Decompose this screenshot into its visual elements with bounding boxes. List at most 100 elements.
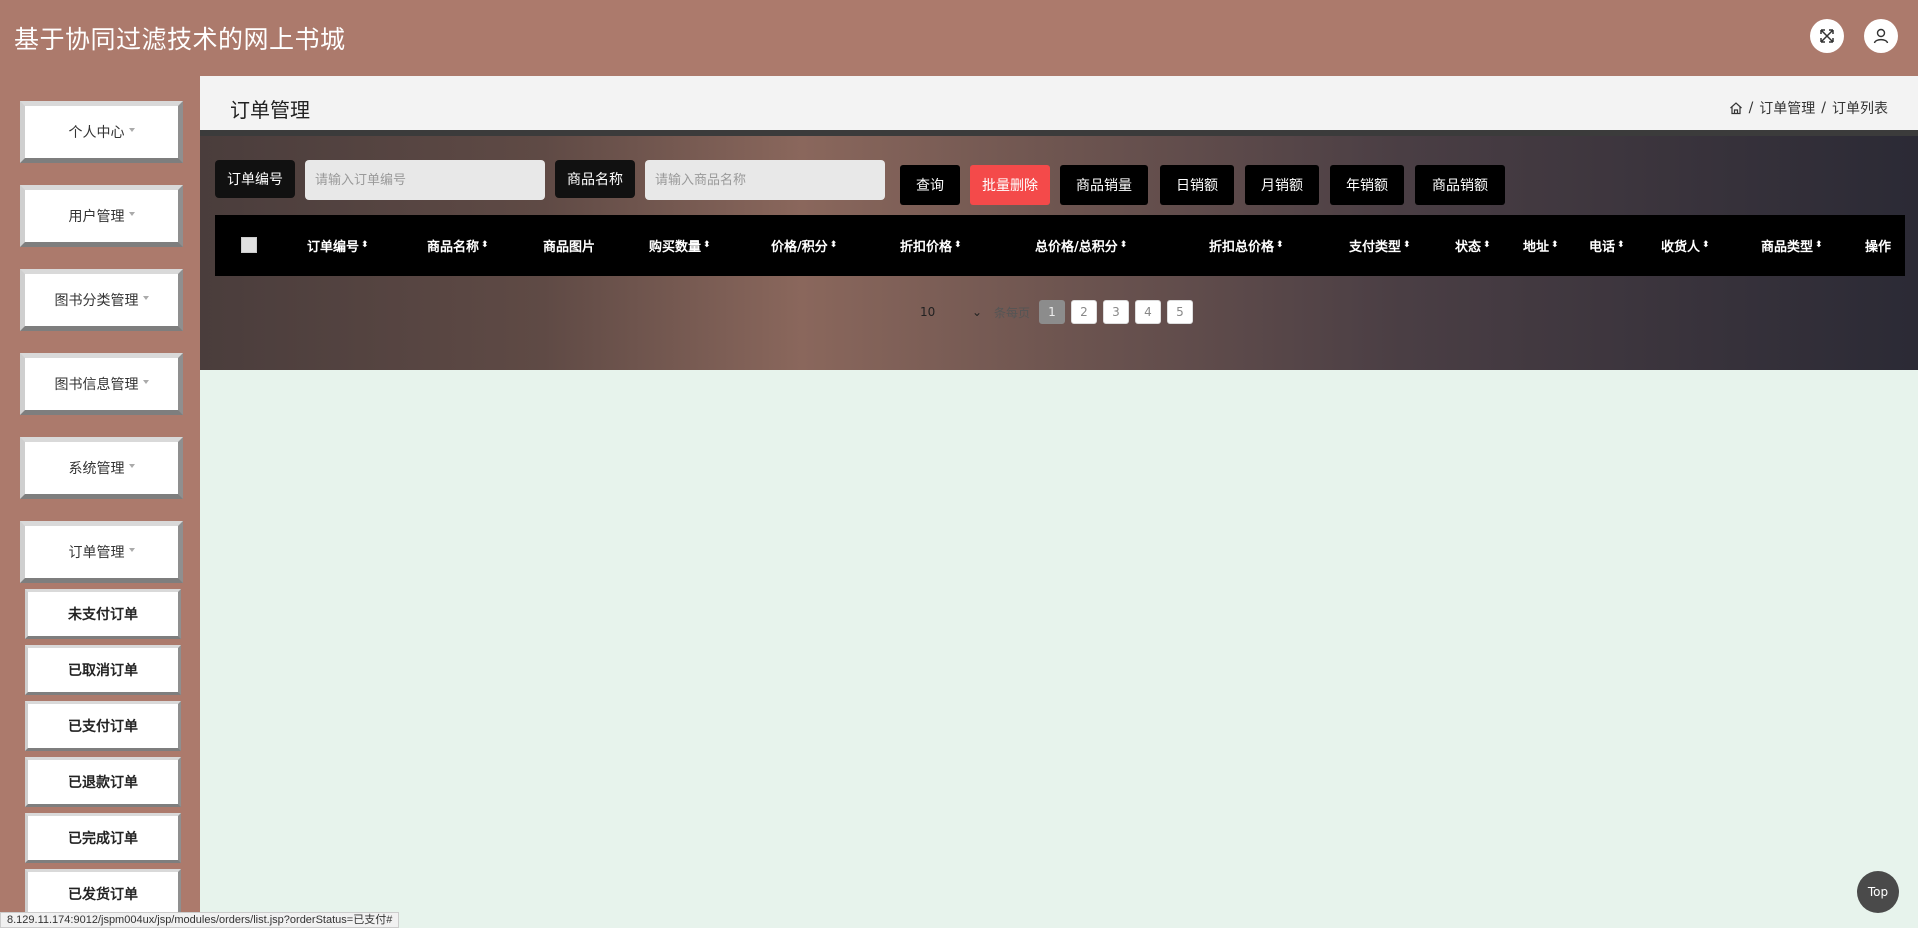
fullscreen-button[interactable] <box>1810 19 1844 53</box>
column-label: 支付类型 <box>1349 240 1402 255</box>
submenu-paid-orders[interactable]: 已支付订单 <box>25 701 181 751</box>
sidebar-item-label: 图书分类管理 <box>54 293 139 309</box>
column-price-points[interactable]: 价格/积分 ⬍ <box>771 215 837 276</box>
sidebar-item-label: 订单管理 <box>68 545 125 561</box>
column-label: 购买数量 <box>649 240 702 255</box>
fullscreen-icon <box>1820 29 1834 43</box>
sort-icon: ⬍ <box>829 240 838 250</box>
user-button[interactable] <box>1864 19 1898 53</box>
select-all-checkbox[interactable] <box>241 237 257 253</box>
page-button-2[interactable]: 2 <box>1071 300 1097 324</box>
submenu-unpaid-orders[interactable]: 未支付订单 <box>25 589 181 639</box>
page-button-4[interactable]: 4 <box>1135 300 1161 324</box>
submenu-label: 已支付订单 <box>68 719 138 735</box>
daily-sales-button[interactable]: 日销额 <box>1160 165 1234 205</box>
column-label: 总价格/总积分 <box>1035 240 1118 255</box>
sort-icon: ⬍ <box>703 240 711 250</box>
yearly-sales-button[interactable]: 年销额 <box>1330 165 1404 205</box>
caret-down-icon <box>128 548 135 552</box>
home-icon[interactable] <box>1729 101 1743 115</box>
column-payment-type[interactable]: 支付类型 ⬍ <box>1349 215 1411 276</box>
column-label: 价格/积分 <box>771 240 828 255</box>
page-button-3[interactable]: 3 <box>1103 300 1129 324</box>
column-label: 状态 <box>1455 240 1482 255</box>
sidebar-item-label: 个人中心 <box>68 125 125 141</box>
sort-icon: ⬍ <box>1702 240 1710 250</box>
monthly-sales-button[interactable]: 月销额 <box>1245 165 1319 205</box>
sidebar-item-user-management[interactable]: 用户管理 <box>20 185 183 247</box>
column-address[interactable]: 地址 ⬍ <box>1523 215 1559 276</box>
column-label: 商品类型 <box>1761 240 1814 255</box>
table-header: 订单编号 ⬍ 商品名称 ⬍ 商品图片 购买数量 ⬍ 价格/积分 ⬍ 折扣价格 ⬍ 总价格/… <box>215 215 1905 276</box>
caret-down-icon <box>128 212 135 216</box>
batch-delete-button[interactable]: 批量删除 <box>970 165 1050 205</box>
column-product-image: 商品图片 <box>543 215 595 276</box>
column-label: 操作 <box>1865 240 1892 255</box>
chevron-down-icon: ⌄ <box>971 305 982 319</box>
sidebar-item-system[interactable]: 系统管理 <box>20 437 183 499</box>
sidebar-item-label: 系统管理 <box>68 461 125 477</box>
column-label: 电话 <box>1589 240 1616 255</box>
order-no-label: 订单编号 <box>215 160 295 198</box>
submenu-completed-orders[interactable]: 已完成订单 <box>25 813 181 863</box>
caret-down-icon <box>142 296 149 300</box>
column-quantity[interactable]: 购买数量 ⬍ <box>649 215 711 276</box>
submenu-label: 已完成订单 <box>68 831 138 847</box>
back-to-top-button[interactable]: Top <box>1857 871 1899 913</box>
caret-down-icon <box>128 464 135 468</box>
page-title: 订单管理 <box>230 98 310 122</box>
breadcrumb-item-order-list: 订单列表 <box>1832 101 1888 117</box>
sort-icon: ⬍ <box>954 240 962 250</box>
submenu-cancelled-orders[interactable]: 已取消订单 <box>25 645 181 695</box>
sidebar-item-orders[interactable]: 订单管理 <box>20 521 183 583</box>
sort-icon: ⬍ <box>481 240 489 250</box>
column-operations: 操作 <box>1865 215 1891 276</box>
column-label: 商品名称 <box>427 240 480 255</box>
column-product-name[interactable]: 商品名称 ⬍ <box>427 215 489 276</box>
product-name-input[interactable] <box>645 160 885 200</box>
sort-icon: ⬍ <box>1551 240 1559 250</box>
column-phone[interactable]: 电话 ⬍ <box>1589 215 1625 276</box>
order-no-input[interactable] <box>305 160 545 200</box>
product-sales-volume-button[interactable]: 商品销量 <box>1060 165 1148 205</box>
sidebar-item-book-info[interactable]: 图书信息管理 <box>20 353 183 415</box>
page-button-1[interactable]: 1 <box>1039 300 1065 324</box>
column-total-price[interactable]: 总价格/总积分 ⬍ <box>1035 215 1127 276</box>
user-icon <box>1873 28 1889 44</box>
column-product-type[interactable]: 商品类型 ⬍ <box>1761 215 1823 276</box>
sort-icon: ⬍ <box>361 240 369 250</box>
product-sales-amount-button[interactable]: 商品销额 <box>1415 165 1505 205</box>
sidebar-item-personal-center[interactable]: 个人中心 <box>20 101 183 163</box>
submenu-label: 已退款订单 <box>68 775 138 791</box>
query-button[interactable]: 查询 <box>900 165 960 205</box>
page-size-select[interactable]: 10 ⌄ <box>920 300 982 324</box>
breadcrumb: / 订单管理 / 订单列表 <box>1729 98 1888 118</box>
content-header: 订单管理 / 订单管理 / 订单列表 <box>200 76 1918 130</box>
column-label: 折扣价格 <box>900 240 953 255</box>
sidebar-item-book-category[interactable]: 图书分类管理 <box>20 269 183 331</box>
per-page-label: 条每页 <box>994 306 1031 320</box>
sort-icon: ⬍ <box>1403 240 1411 250</box>
breadcrumb-separator: / <box>1821 100 1826 116</box>
column-discount-total[interactable]: 折扣总价格 ⬍ <box>1209 215 1284 276</box>
submenu-refunded-orders[interactable]: 已退款订单 <box>25 757 181 807</box>
column-label: 订单编号 <box>307 240 360 255</box>
column-status[interactable]: 状态 ⬍ <box>1455 215 1491 276</box>
caret-down-icon <box>142 380 149 384</box>
column-label: 收货人 <box>1661 240 1701 255</box>
page-button-5[interactable]: 5 <box>1167 300 1193 324</box>
submenu-label: 已发货订单 <box>68 887 138 903</box>
breadcrumb-item-orders[interactable]: 订单管理 <box>1759 98 1815 118</box>
breadcrumb-separator: / <box>1748 100 1754 116</box>
column-receiver[interactable]: 收货人 ⬍ <box>1661 215 1710 276</box>
column-label: 折扣总价格 <box>1209 240 1275 255</box>
top-bar: 基于协同过滤技术的网上书城 <box>0 0 1918 76</box>
column-order-no[interactable]: 订单编号 ⬍ <box>307 215 369 276</box>
sort-icon: ⬍ <box>1276 240 1284 250</box>
sidebar-item-label: 用户管理 <box>68 209 125 225</box>
status-bar-url: 8.129.11.174:9012/jspm004ux/jsp/modules/… <box>0 912 400 928</box>
panel-divider <box>200 130 1918 136</box>
column-discount-price[interactable]: 折扣价格 ⬍ <box>900 215 962 276</box>
submenu-label: 未支付订单 <box>68 607 138 623</box>
product-name-label: 商品名称 <box>555 160 635 198</box>
